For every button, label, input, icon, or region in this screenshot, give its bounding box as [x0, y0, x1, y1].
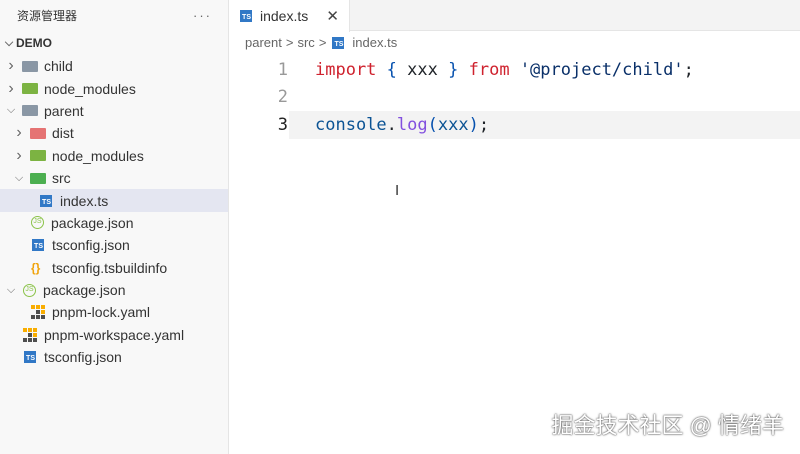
- code-token: .: [386, 114, 397, 135]
- tree-item-label: tsconfig.json: [44, 349, 122, 366]
- breadcrumb-item[interactable]: src: [297, 35, 314, 50]
- code-editor[interactable]: 1 import { xxx } from '@project/child'; 2 3…: [229, 56, 800, 139]
- code-token: }: [448, 59, 459, 80]
- tree-item-label: tsconfig.json: [52, 237, 130, 254]
- tree-item-label: index.ts: [60, 192, 109, 209]
- tree-item[interactable]: ⌵ JS package.json: [0, 279, 228, 301]
- json-braces-icon: {}: [31, 260, 41, 275]
- workspace-root-label: DEMO: [16, 36, 52, 50]
- code-line[interactable]: 3 console. log(xxx);: [229, 111, 800, 139]
- tab-label: index.ts: [260, 8, 309, 24]
- code-token: {: [386, 59, 397, 80]
- tree-item[interactable]: › node_modules: [0, 145, 228, 167]
- chevron-right-icon: ›: [16, 124, 22, 142]
- tree-item-label: node_modules: [52, 147, 144, 164]
- chevron-right-icon: ›: [16, 146, 22, 164]
- tree-item-label: src: [52, 170, 71, 187]
- code-token: import: [315, 59, 377, 80]
- workspace-root[interactable]: ⌵ DEMO: [0, 31, 228, 55]
- tab-index-ts[interactable]: TS index.ts ✕: [229, 0, 350, 32]
- tree-item[interactable]: TS tsconfig.json: [0, 346, 228, 368]
- folder-icon: [22, 60, 38, 72]
- code-line[interactable]: 2: [229, 84, 800, 112]
- folder-open-icon: [22, 105, 38, 117]
- tree-item-label: package.json: [51, 214, 134, 231]
- code-token: (: [427, 114, 438, 135]
- close-icon[interactable]: ✕: [326, 7, 339, 25]
- tree-item-label: pnpm-lock.yaml: [52, 304, 151, 321]
- code-text: import { xxx } from '@project/child';: [289, 56, 800, 84]
- typescript-icon: TS: [332, 36, 345, 49]
- tree-item-label: node_modules: [44, 80, 136, 97]
- text-cursor-icon: I: [395, 182, 400, 199]
- typescript-icon: TS: [40, 194, 52, 207]
- nodejs-icon: JS: [23, 283, 36, 297]
- code-token: ): [468, 114, 479, 135]
- tree-item-label: parent: [44, 102, 84, 119]
- explorer-sidebar: 资源管理器 ··· ⌵ DEMO › child › node_modules ⌵ pare…: [0, 0, 229, 454]
- chevron-right-icon: >: [318, 35, 327, 50]
- breadcrumb-item[interactable]: index.ts: [352, 35, 397, 50]
- tree-item[interactable]: pnpm-workspace.yaml: [0, 324, 228, 346]
- code-token: '@project/child': [519, 59, 684, 80]
- code-token: console: [315, 114, 387, 135]
- code-text: console. log(xxx);: [289, 111, 800, 139]
- explorer-header: 资源管理器 ···: [0, 0, 228, 30]
- pnpm-icon: [23, 327, 37, 342]
- typescript-icon: TS: [240, 10, 252, 22]
- pnpm-icon: [31, 305, 45, 320]
- explorer-title: 资源管理器: [17, 8, 78, 23]
- watermark: 掘金技术社区 @ 情绪羊: [551, 413, 784, 438]
- tree-item-label: package.json: [43, 282, 126, 299]
- code-token: xxx: [437, 114, 469, 135]
- folder-node-icon: [22, 83, 38, 95]
- code-token: from: [468, 59, 510, 80]
- code-token: xxx: [396, 59, 449, 80]
- chevron-down-icon: ⌵: [6, 283, 16, 296]
- tree-item[interactable]: pnpm-lock.yaml: [0, 301, 228, 323]
- line-number: 3: [277, 114, 288, 135]
- tree-item-label: child: [44, 58, 73, 75]
- folder-src-icon: [30, 172, 46, 184]
- tree-item-label: dist: [52, 125, 74, 142]
- code-line[interactable]: 1 import { xxx } from '@project/child';: [229, 56, 800, 84]
- tsconfig-icon: TS: [32, 239, 44, 252]
- tree-item[interactable]: {} tsconfig.tsbuildinfo: [0, 257, 228, 279]
- folder-dist-icon: [30, 127, 46, 139]
- file-tree: › child › node_modules ⌵ parent › dist › node_mod…: [0, 55, 228, 368]
- chevron-right-icon: ›: [8, 79, 14, 97]
- tree-item[interactable]: JS package.json: [0, 212, 228, 234]
- tree-item[interactable]: › node_modules: [0, 77, 228, 99]
- line-number: 1: [277, 59, 288, 80]
- tree-item[interactable]: TS index.ts: [0, 189, 228, 212]
- tree-item[interactable]: ⌵ parent: [0, 100, 228, 122]
- tree-item-label: pnpm-workspace.yaml: [44, 326, 185, 343]
- folder-node-icon: [30, 150, 46, 162]
- chevron-down-icon: ⌵: [14, 171, 24, 184]
- code-token: ;: [683, 59, 694, 80]
- code-token: ;: [478, 114, 490, 135]
- chevron-down-icon: ⌵: [4, 36, 14, 49]
- tree-item-label: tsconfig.tsbuildinfo: [52, 259, 168, 276]
- tab-bar: TS index.ts ✕: [229, 0, 800, 32]
- chevron-down-icon: ⌵: [6, 104, 16, 117]
- tree-item[interactable]: ⌵ src: [0, 167, 228, 189]
- more-actions-icon[interactable]: ···: [193, 8, 212, 23]
- nodejs-icon: JS: [31, 216, 44, 230]
- tree-item[interactable]: › dist: [0, 122, 228, 144]
- tsconfig-icon: TS: [24, 351, 36, 364]
- tree-item[interactable]: TS tsconfig.json: [0, 234, 228, 256]
- chevron-right-icon: ›: [8, 57, 14, 75]
- chevron-right-icon: >: [285, 35, 294, 50]
- line-number: 2: [277, 87, 288, 108]
- breadcrumb: parent > src > TS index.ts: [245, 35, 397, 50]
- breadcrumb-item[interactable]: parent: [245, 35, 282, 50]
- tree-item[interactable]: › child: [0, 55, 228, 77]
- code-token: log: [396, 114, 428, 135]
